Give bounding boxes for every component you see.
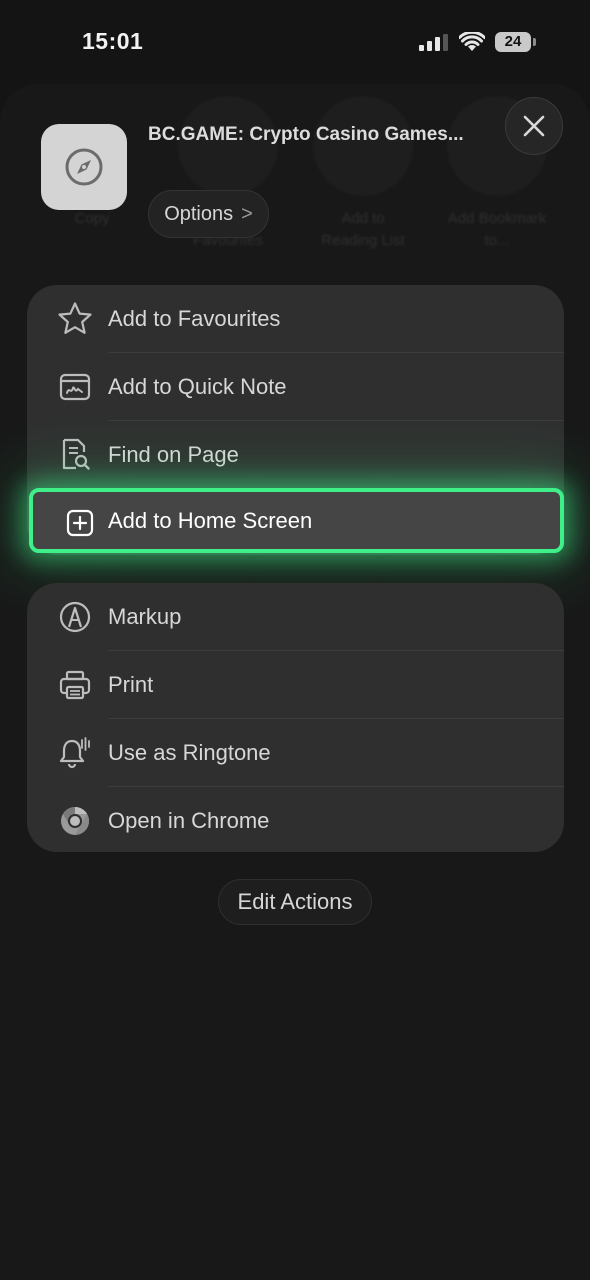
action-label: Open in Chrome [108, 808, 270, 833]
action-add-to-favourites[interactable]: Add to Favourites [27, 285, 564, 353]
edit-actions-button[interactable]: Edit Actions [218, 879, 372, 925]
action-label: Add to Quick Note [108, 374, 287, 399]
close-icon [522, 114, 546, 138]
markup-icon [57, 599, 93, 635]
printer-icon [57, 667, 93, 703]
options-label: Options [164, 202, 234, 225]
options-button[interactable]: Options > [148, 190, 269, 238]
action-label: Find on Page [108, 442, 239, 467]
actions-group-secondary: Markup Print Use as Ringtone Open in Chr… [27, 583, 564, 852]
action-label: Markup [108, 604, 182, 629]
chevron-right-icon: > [241, 202, 253, 225]
action-label: Add to Favourites [108, 306, 281, 331]
action-markup[interactable]: Markup [27, 583, 564, 651]
wifi-icon [459, 32, 485, 52]
battery-icon: 24 [495, 32, 537, 52]
compass-icon [41, 124, 127, 210]
action-label: Print [108, 672, 154, 697]
action-find-on-page[interactable]: Find on Page [27, 421, 564, 489]
find-on-page-icon [57, 437, 93, 473]
cellular-signal-icon [419, 34, 449, 51]
plus-square-icon [62, 505, 98, 541]
action-add-to-quick-note[interactable]: Add to Quick Note [27, 353, 564, 421]
action-open-in-chrome[interactable]: Open in Chrome [27, 787, 564, 855]
action-use-as-ringtone[interactable]: Use as Ringtone [27, 719, 564, 787]
action-print[interactable]: Print [27, 651, 564, 719]
bell-ringtone-icon [57, 735, 93, 771]
action-add-to-home-screen[interactable]: Add to Home Screen [29, 488, 564, 553]
status-bar: 15:01 24 [0, 0, 590, 84]
battery-level: 24 [495, 32, 531, 52]
chrome-icon [57, 803, 93, 839]
page-title: BC.GAME: Crypto Casino Games... [148, 124, 464, 145]
quick-note-icon [57, 369, 93, 405]
status-time: 15:01 [82, 28, 144, 54]
share-target-reading-list[interactable]: Add to Reading List [313, 96, 413, 252]
action-label: Use as Ringtone [108, 740, 271, 765]
action-label: Add to Home Screen [108, 508, 313, 533]
close-button[interactable] [505, 97, 563, 155]
star-icon [57, 301, 93, 337]
